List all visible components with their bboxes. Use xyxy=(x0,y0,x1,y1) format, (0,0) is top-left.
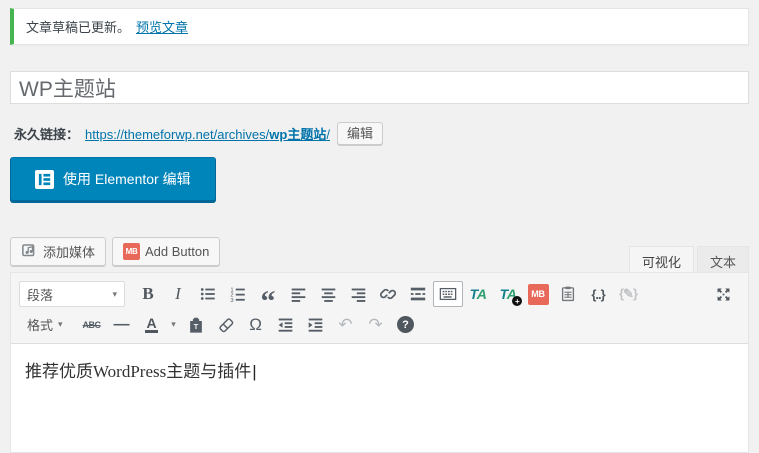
editor-content[interactable]: 推荐优质WordPress主题与插件| xyxy=(11,344,748,452)
outdent-icon xyxy=(278,318,293,332)
mb-insert-button[interactable]: MB xyxy=(523,281,553,307)
shortcode-button[interactable]: {..} xyxy=(583,281,613,307)
permalink-row: 永久链接： https://themeforwp.net/archives/wp… xyxy=(14,120,383,146)
bold-button[interactable]: B xyxy=(133,281,163,307)
svg-text:T: T xyxy=(193,322,198,331)
insert-link-button[interactable] xyxy=(373,281,403,307)
tab-visual[interactable]: 可视化 xyxy=(628,246,694,274)
chevron-down-icon: ▾ xyxy=(58,319,63,329)
mb-toolbar-icon: MB xyxy=(527,283,549,305)
add-media-label: 添加媒体 xyxy=(43,245,96,260)
text-cursor: | xyxy=(252,362,257,381)
bullet-list-button[interactable] xyxy=(193,281,223,307)
format-select[interactable]: 格式 ▾ xyxy=(19,313,71,337)
redo-icon: ↷ xyxy=(368,315,383,334)
svg-text:3: 3 xyxy=(230,298,233,303)
permalink-label: 永久链接： xyxy=(14,126,80,142)
preview-post-link[interactable]: 预览文章 xyxy=(136,17,188,36)
elementor-icon xyxy=(35,169,54,189)
eraser-icon xyxy=(218,317,233,332)
draft-updated-notice: 文章草稿已更新。 预览文章 xyxy=(10,8,749,45)
mb-icon: MB xyxy=(123,243,141,260)
text-color-dropdown[interactable]: ▾ xyxy=(167,312,181,338)
editor-toolbar: 段落 ▾ B I 1 2 3 “ TA TA + MB {..} {✎} 格式 … xyxy=(11,273,748,344)
align-left-button[interactable] xyxy=(283,281,313,307)
snippet-pencil-icon: {✎} xyxy=(618,286,638,301)
ta-add-button[interactable]: TA + xyxy=(493,281,523,307)
numbered-list-icon: 1 2 3 xyxy=(230,287,245,303)
post-title-input[interactable] xyxy=(10,71,749,104)
align-left-icon xyxy=(291,288,305,302)
paragraph-select[interactable]: 段落 ▾ xyxy=(19,281,125,307)
table-clipboard-button[interactable] xyxy=(553,281,583,307)
fullscreen-button[interactable] xyxy=(708,281,738,307)
shortcode-icon: {..} xyxy=(591,286,605,302)
align-right-button[interactable] xyxy=(343,281,373,307)
more-tag-button[interactable] xyxy=(403,281,433,307)
plus-icon: + xyxy=(512,296,523,306)
chevron-down-icon: ▾ xyxy=(112,288,117,299)
paste-as-text-button[interactable]: T xyxy=(181,312,211,338)
ta-icon: TA xyxy=(469,286,487,302)
align-center-icon xyxy=(321,288,335,302)
add-button-label: Add Button xyxy=(145,244,210,259)
align-right-icon xyxy=(351,288,365,302)
add-button-button[interactable]: MB Add Button xyxy=(112,237,221,266)
ta-insert-button[interactable]: TA xyxy=(463,281,493,307)
text-color-button[interactable]: A xyxy=(137,312,167,338)
help-icon: ? xyxy=(397,316,415,333)
edit-permalink-button[interactable]: 编辑 xyxy=(336,121,383,145)
expand-icon xyxy=(717,288,729,300)
media-buttons-row: 添加媒体 MB Add Button xyxy=(10,237,221,266)
ta-add-icon: TA + xyxy=(500,286,523,306)
clipboard-table-icon xyxy=(561,286,575,302)
blockquote-button[interactable]: “ xyxy=(253,281,283,317)
add-media-button[interactable]: 添加媒体 xyxy=(10,237,107,266)
keyboard-icon xyxy=(439,287,457,301)
link-icon xyxy=(379,288,397,300)
horizontal-rule-button[interactable]: — xyxy=(107,312,137,338)
clear-formatting-button[interactable] xyxy=(211,312,241,338)
wysiwyg-editor: 段落 ▾ B I 1 2 3 “ TA TA + MB {..} {✎} 格式 … xyxy=(10,272,749,453)
help-button[interactable]: ? xyxy=(391,312,421,338)
editor-mode-tabs: 可视化 文本 xyxy=(628,246,749,274)
italic-button[interactable]: I xyxy=(163,281,193,307)
paste-text-icon: T xyxy=(189,317,202,333)
notice-message: 文章草稿已更新。 xyxy=(26,20,131,35)
elementor-button-label: 使用 Elementor 编辑 xyxy=(63,171,191,187)
redo-button[interactable]: ↷ xyxy=(361,312,391,338)
add-media-icon xyxy=(21,242,38,262)
permalink-link[interactable]: https://themeforwp.net/archives/wp主题站/ xyxy=(85,124,330,143)
strikethrough-button[interactable]: ABC xyxy=(77,312,107,338)
undo-button[interactable]: ↶ xyxy=(331,312,361,338)
snippet-button[interactable]: {✎} xyxy=(613,281,643,307)
tab-text[interactable]: 文本 xyxy=(696,246,749,273)
more-tag-icon xyxy=(410,287,426,301)
elementor-edit-button[interactable]: 使用 Elementor 编辑 xyxy=(10,157,216,201)
indent-icon xyxy=(308,318,323,332)
align-center-button[interactable] xyxy=(313,281,343,307)
bullet-list-icon xyxy=(200,288,215,300)
undo-icon: ↶ xyxy=(338,315,353,334)
indent-button[interactable] xyxy=(301,312,331,338)
toolbar-toggle-button[interactable] xyxy=(433,281,463,307)
numbered-list-button[interactable]: 1 2 3 xyxy=(223,281,253,307)
content-text: 推荐优质WordPress主题与插件 xyxy=(25,362,252,381)
chevron-down-icon: ▾ xyxy=(171,319,176,329)
